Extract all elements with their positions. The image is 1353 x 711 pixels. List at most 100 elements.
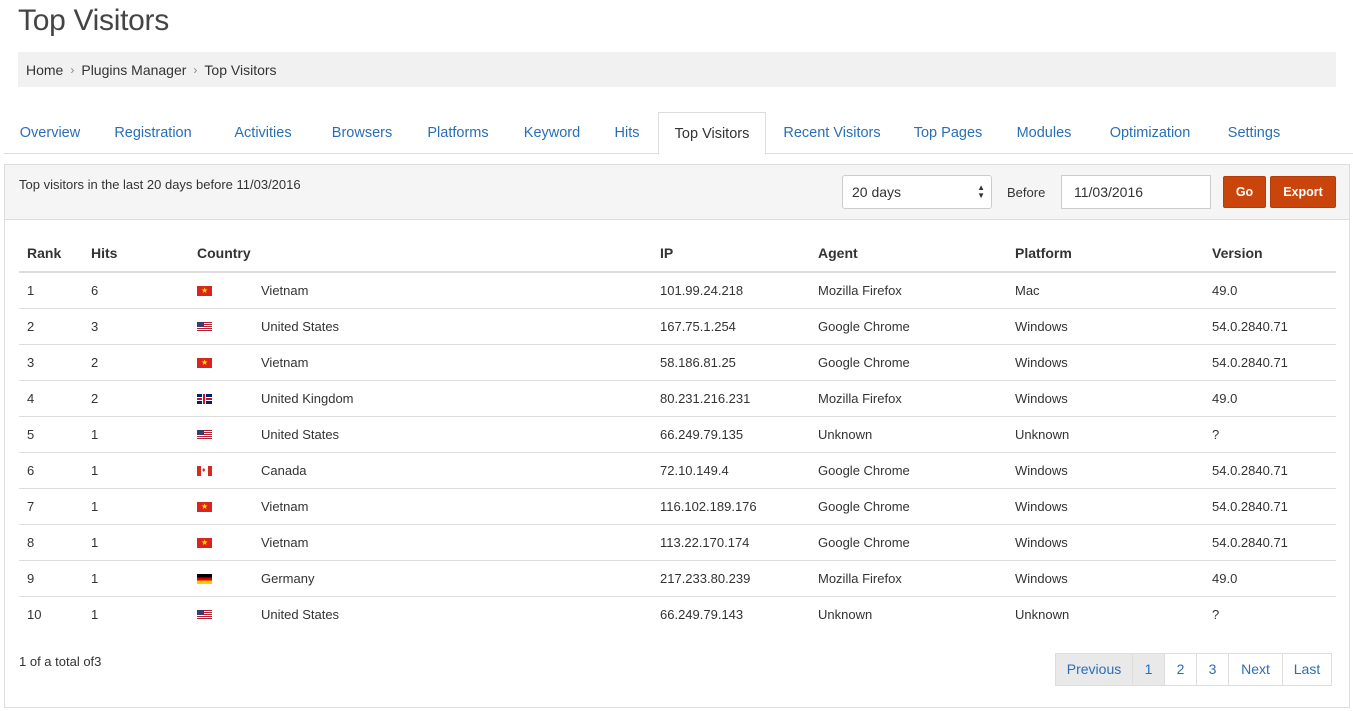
agent-cell: Google Chrome [810, 344, 1007, 381]
pagination-previous[interactable]: Previous [1055, 653, 1133, 686]
agent-cell: Google Chrome [810, 488, 1007, 525]
tab-hits[interactable]: Hits [596, 112, 658, 154]
flag-cell [189, 380, 253, 417]
ip-cell: 167.75.1.254 [652, 308, 810, 345]
hits-cell: 2 [83, 344, 189, 381]
pagination-next[interactable]: Next [1228, 653, 1283, 686]
tab-overview[interactable]: Overview [4, 112, 96, 154]
pagination-page-3[interactable]: 3 [1196, 653, 1229, 686]
tab-recent-visitors[interactable]: Recent Visitors [766, 112, 898, 154]
country-cell: Germany [253, 560, 652, 597]
flag-cell [189, 524, 253, 561]
breadcrumb: Home › Plugins Manager › Top Visitors [18, 52, 1336, 87]
flag-cell [189, 452, 253, 489]
tab-keyword[interactable]: Keyword [508, 112, 596, 154]
go-button[interactable]: Go [1223, 176, 1266, 208]
flag-ca-icon [197, 466, 212, 477]
top-visitors-panel: Top visitors in the last 20 days before … [4, 164, 1350, 708]
tab-platforms[interactable]: Platforms [408, 112, 508, 154]
header-rank: Rank [19, 235, 83, 273]
agent-cell: Google Chrome [810, 524, 1007, 561]
table-row: 10 1 United States 66.249.79.143 Unknown Unkn… [19, 596, 1336, 632]
export-button[interactable]: Export [1270, 176, 1336, 208]
table-row: 16 Vietnam101.99.24.218Mozilla FirefoxMac… [19, 272, 1336, 309]
hits-cell: 1 [83, 488, 189, 525]
version-cell: ? [1204, 416, 1336, 453]
hits-cell: 1 [83, 524, 189, 561]
version-cell: 54.0.2840.71 [1204, 524, 1336, 561]
table-row: 2 3 United States 167.75.1.254 Google Chrome… [19, 308, 1336, 345]
rank-cell: 4 [19, 380, 83, 417]
version-cell: 54.0.2840.71 [1204, 344, 1336, 381]
agent-cell: Mozilla Firefox [810, 272, 1007, 309]
flag-cell [189, 416, 253, 453]
header-platform: Platform [1007, 235, 1204, 273]
agent-cell: Mozilla Firefox [810, 560, 1007, 597]
agent-cell: Unknown [810, 416, 1007, 453]
rank-cell: 5 [19, 416, 83, 453]
rank-cell: 9 [19, 560, 83, 597]
tab-registration[interactable]: Registration [96, 112, 210, 154]
filter-description: Top visitors in the last 20 days before … [19, 177, 301, 192]
ip-cell: 66.249.79.143 [660, 606, 744, 622]
breadcrumb-home[interactable]: Home [26, 62, 63, 78]
tab-modules[interactable]: Modules [998, 112, 1090, 154]
pagination-page-1[interactable]: 1 [1132, 653, 1165, 686]
before-label: Before [1007, 185, 1046, 200]
version-cell: ? [1212, 606, 1220, 622]
table-row: 81 Vietnam113.22.170.174Google ChromeWind… [19, 524, 1336, 561]
tab-top-pages[interactable]: Top Pages [898, 112, 998, 154]
platform-cell: Windows [1007, 308, 1204, 345]
tab-activities[interactable]: Activities [210, 112, 316, 154]
breadcrumb-plugins-manager[interactable]: Plugins Manager [81, 62, 186, 78]
version-cell: 54.0.2840.71 [1204, 488, 1336, 525]
platform-cell: Unknown [1007, 416, 1204, 453]
flag-vn-icon [197, 358, 212, 369]
rank-cell: 2 [19, 308, 83, 345]
pagination-page-2[interactable]: 2 [1164, 653, 1197, 686]
hits-cell: 3 [83, 308, 189, 345]
platform-cell: Mac [1007, 272, 1204, 309]
platform-cell: Windows [1007, 488, 1204, 525]
flag-cell [189, 344, 253, 381]
rank-cell: 3 [19, 344, 83, 381]
version-cell: 54.0.2840.71 [1204, 308, 1336, 345]
table-row: 32 Vietnam58.186.81.25Google ChromeWindow… [19, 344, 1336, 381]
chevron-right-icon: › [193, 62, 198, 77]
before-date-input[interactable] [1061, 175, 1211, 209]
days-select-value: 20 days [852, 184, 902, 200]
table-row: 9 1 Germany 217.233.80.239 Mozilla Firefox Wi… [19, 560, 1336, 597]
tab-settings[interactable]: Settings [1210, 112, 1298, 154]
platform-cell: Windows [1007, 560, 1204, 597]
tab-top-visitors[interactable]: Top Visitors [658, 112, 766, 155]
platform-cell: Windows [1007, 344, 1204, 381]
tab-bar: Overview Registration Activities Browser… [4, 112, 1353, 155]
table-header-row: Rank Hits Country IP Agent Platform Vers… [19, 235, 1336, 273]
country-cell: Vietnam [253, 344, 652, 381]
country-cell: United Kingdom [253, 380, 652, 417]
flag-us-icon [197, 430, 212, 441]
rank-cell: 1 [19, 272, 83, 309]
hits-cell: 2 [83, 380, 189, 417]
country-cell: United States [261, 606, 340, 622]
select-arrows-icon: ▲ ▼ [977, 183, 985, 200]
platform-cell: Windows [1007, 524, 1204, 561]
flag-vn-icon [197, 538, 212, 549]
tab-browsers[interactable]: Browsers [316, 112, 408, 154]
header-country: Country [189, 235, 652, 273]
pagination-last[interactable]: Last [1282, 653, 1332, 686]
page-title: Top Visitors [18, 4, 169, 37]
country-cell: Vietnam [253, 488, 652, 525]
flag-vn-icon [197, 502, 212, 513]
tab-optimization[interactable]: Optimization [1090, 112, 1210, 154]
header-hits: Hits [83, 235, 189, 273]
table-row: 4 2 United Kingdom 80.231.216.231 Mozilla Fi… [19, 380, 1336, 417]
header-version: Version [1204, 235, 1336, 273]
platform-cell: Unknown [1015, 606, 1070, 622]
table-row: 61 Canada72.10.149.4Google ChromeWindows5… [19, 452, 1336, 489]
days-select[interactable]: 20 days ▲ ▼ [842, 175, 992, 209]
flag-us-icon [197, 322, 212, 333]
table-row: 71 Vietnam116.102.189.176Google ChromeWin… [19, 488, 1336, 525]
platform-cell: Windows [1007, 452, 1204, 489]
ip-cell: 58.186.81.25 [652, 344, 810, 381]
